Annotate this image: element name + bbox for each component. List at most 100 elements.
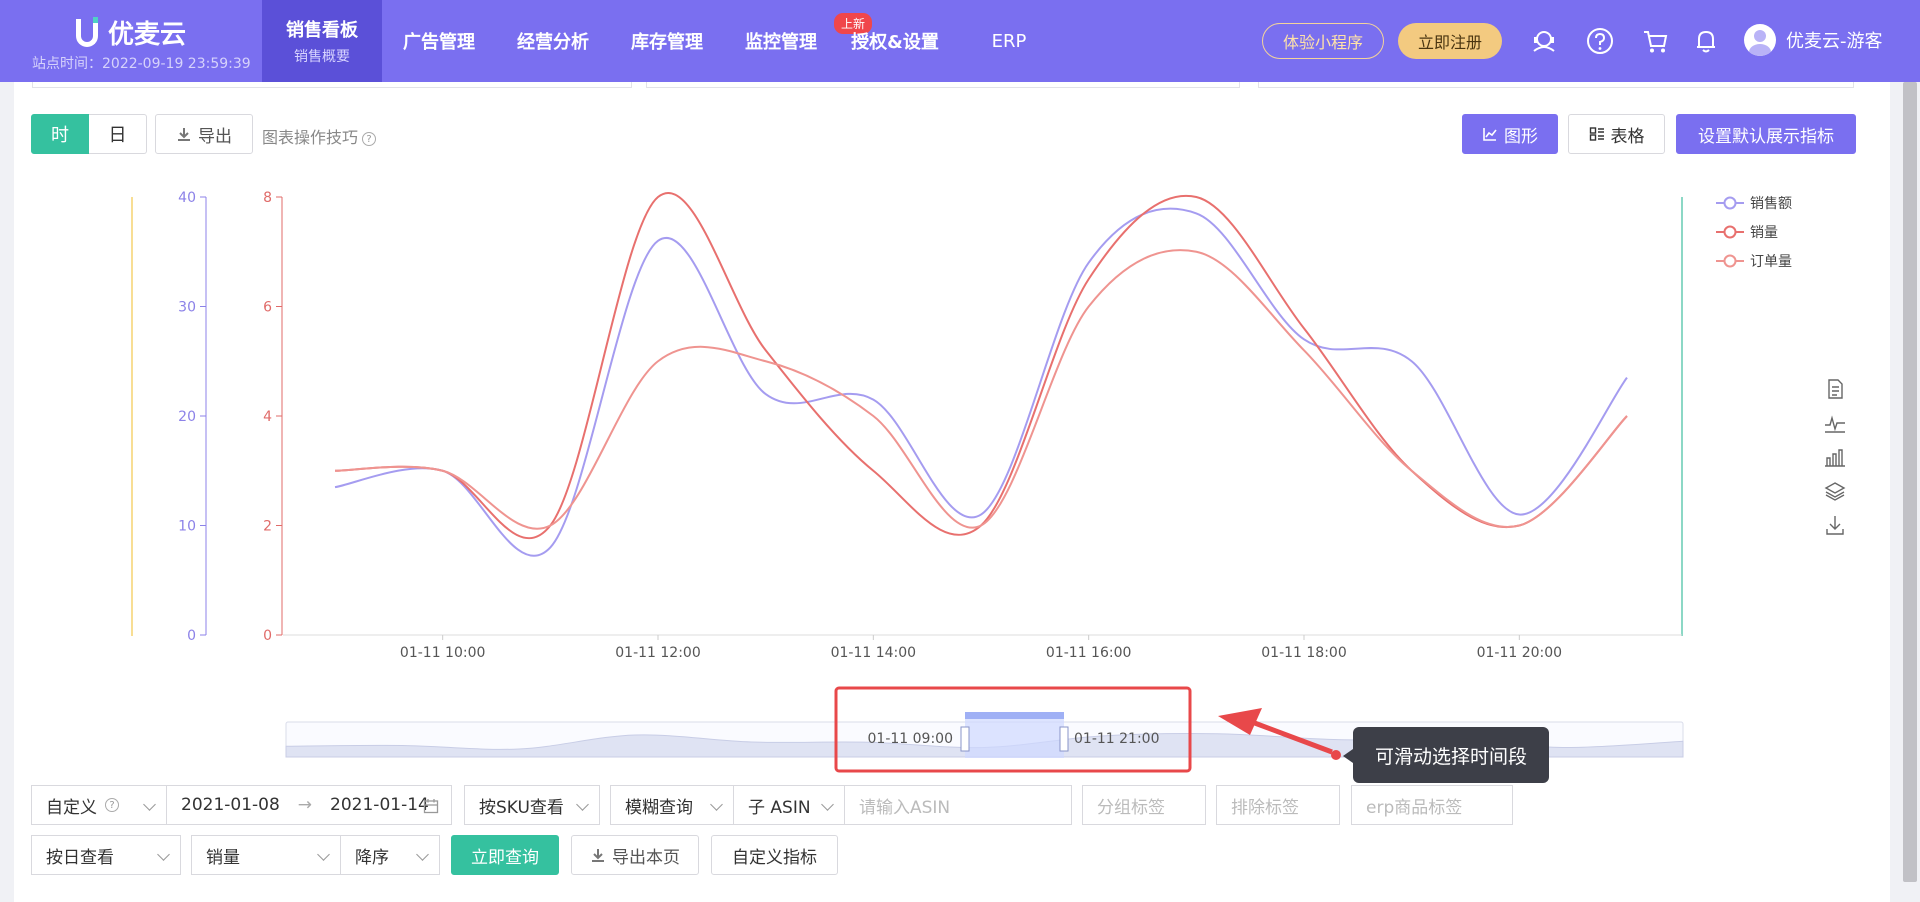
- nav-label: 经营分析: [517, 32, 589, 53]
- nav-label: 监控管理: [745, 32, 817, 53]
- nav-label: 授权&设置: [851, 32, 939, 53]
- download-icon: [178, 128, 190, 141]
- help-icon[interactable]: [1586, 27, 1614, 55]
- hour-button[interactable]: 时: [31, 114, 89, 154]
- group-tag-select[interactable]: 分组标签: [1082, 785, 1206, 825]
- custom-select[interactable]: 自定义 ?: [31, 785, 167, 825]
- avatar: [1744, 24, 1776, 56]
- legend-label: 销售额: [1750, 195, 1792, 212]
- nav-sublabel: 销售概要: [294, 49, 350, 65]
- export-page-label: 导出本页: [612, 847, 680, 868]
- legend-item[interactable]: 销量: [1716, 217, 1792, 246]
- order-label: 降序: [355, 847, 389, 868]
- metric-select[interactable]: 销量: [191, 835, 341, 875]
- fuzzy-query-label: 模糊查询: [625, 797, 693, 818]
- user-name: 优麦云-游客: [1786, 31, 1883, 52]
- stat-card-edge: [1258, 82, 1854, 88]
- sku-view-label: 按SKU查看: [479, 797, 564, 818]
- chart-toolbox: [1824, 378, 1846, 536]
- exclude-tag-select[interactable]: 排除标签: [1216, 785, 1340, 825]
- chart-tips[interactable]: 图表操作技巧?: [262, 124, 377, 148]
- legend-label: 订单量: [1750, 253, 1792, 270]
- legend-marker: [1716, 225, 1744, 238]
- export-page-button[interactable]: 导出本页: [571, 835, 699, 875]
- site-time: 站点时间：2022-09-19 23:59:39: [32, 56, 251, 72]
- asin-type-select[interactable]: 子 ASIN: [733, 785, 845, 825]
- nav-monitor[interactable]: 监控管理 上新: [724, 0, 872, 82]
- custom-label: 自定义: [46, 797, 97, 818]
- legend-item[interactable]: 销售额: [1716, 188, 1792, 217]
- user-menu[interactable]: 优麦云-游客: [1744, 24, 1883, 56]
- erp-tag-select[interactable]: erp商品标签: [1351, 785, 1513, 825]
- fuzzy-query-select[interactable]: 模糊查询: [610, 785, 734, 825]
- chart-legend: 销售额 销量 订单量: [1716, 188, 1792, 275]
- legend-label: 销量: [1750, 224, 1778, 241]
- day-button[interactable]: 日: [89, 114, 147, 154]
- scrollbar-thumb[interactable]: [1903, 82, 1917, 882]
- date-range-picker[interactable]: 2021-01-08 → 2021-01-14: [166, 785, 452, 825]
- nav-ads[interactable]: 广告管理: [382, 0, 496, 82]
- graph-label: 图形: [1504, 126, 1538, 147]
- asin-input[interactable]: 请输入ASIN: [844, 785, 1072, 825]
- mini-program-button[interactable]: 体验小程序: [1262, 23, 1384, 59]
- stat-card-edge: [646, 82, 1240, 88]
- nav-sales-board[interactable]: 销售看板 销售概要: [262, 0, 382, 82]
- bar-switch-icon[interactable]: [1824, 446, 1846, 468]
- register-button[interactable]: 立即注册: [1398, 23, 1502, 59]
- calendar-icon: [423, 799, 439, 814]
- slider-tooltip: 可滑动选择时间段: [1343, 727, 1549, 783]
- arrow-right-icon: →: [297, 795, 313, 815]
- day-view-select[interactable]: 按日查看: [31, 835, 181, 875]
- question-icon: ?: [362, 131, 377, 146]
- line-chart-icon: [1483, 128, 1497, 141]
- chevron-down-icon: [317, 848, 330, 861]
- day-view-label: 按日查看: [46, 847, 114, 868]
- nav-label: 库存管理: [631, 32, 703, 53]
- save-image-icon[interactable]: [1824, 514, 1846, 536]
- nav-auth-settings[interactable]: 授权&设置: [838, 0, 952, 82]
- legend-marker: [1716, 254, 1744, 267]
- data-view-icon[interactable]: [1824, 378, 1846, 400]
- chevron-down-icon: [821, 798, 834, 811]
- legend-item[interactable]: 订单量: [1716, 246, 1792, 275]
- bell-icon[interactable]: [1692, 27, 1720, 55]
- question-icon: ?: [105, 798, 119, 812]
- graph-view-button[interactable]: 图形: [1462, 114, 1558, 154]
- set-default-metrics-button[interactable]: 设置默认展示指标: [1676, 114, 1856, 154]
- export-label: 导出: [198, 126, 232, 147]
- stat-card-edge: [32, 82, 632, 88]
- legend-marker: [1716, 196, 1744, 209]
- chevron-down-icon: [710, 798, 723, 811]
- granularity-toggle: 时 日: [31, 114, 147, 154]
- scrollbar[interactable]: [1900, 82, 1920, 902]
- table-icon: [1589, 127, 1604, 141]
- cart-icon[interactable]: [1641, 27, 1669, 55]
- top-navbar: 优麦云 站点时间：2022-09-19 23:59:39 销售看板 销售概要 广…: [0, 0, 1920, 82]
- date-to: 2021-01-14: [330, 795, 429, 815]
- sku-view-select[interactable]: 按SKU查看: [464, 785, 600, 825]
- table-label: 表格: [1610, 126, 1645, 147]
- stack-icon[interactable]: [1824, 480, 1846, 502]
- chevron-down-icon: [143, 798, 156, 811]
- logo-text: 优麦云: [108, 20, 187, 50]
- metric-label: 销量: [206, 847, 240, 868]
- nav-label: 销售看板: [286, 20, 358, 41]
- chevron-down-icon: [416, 848, 429, 861]
- logo[interactable]: 优麦云: [76, 14, 186, 51]
- order-select[interactable]: 降序: [340, 835, 440, 875]
- content-card: [14, 82, 1890, 902]
- nav-inventory[interactable]: 库存管理: [610, 0, 724, 82]
- logo-icon: [76, 16, 98, 47]
- line-switch-icon[interactable]: [1824, 412, 1846, 434]
- nav-analysis[interactable]: 经营分析: [496, 0, 610, 82]
- asin-type-label: 子 ASIN: [748, 797, 811, 818]
- headset-icon[interactable]: [1530, 27, 1558, 55]
- custom-metric-button[interactable]: 自定义指标: [711, 835, 838, 875]
- download-icon: [592, 849, 604, 862]
- table-view-button[interactable]: 表格: [1568, 114, 1665, 154]
- nav-erp[interactable]: ERP: [952, 0, 1066, 82]
- nav-label: 广告管理: [403, 32, 475, 53]
- query-button[interactable]: 立即查询: [451, 835, 559, 875]
- main-nav: 销售看板 销售概要 广告管理 经营分析 库存管理 监控管理 上新 授权&设置 E…: [262, 0, 1066, 82]
- export-button[interactable]: 导出: [155, 114, 253, 154]
